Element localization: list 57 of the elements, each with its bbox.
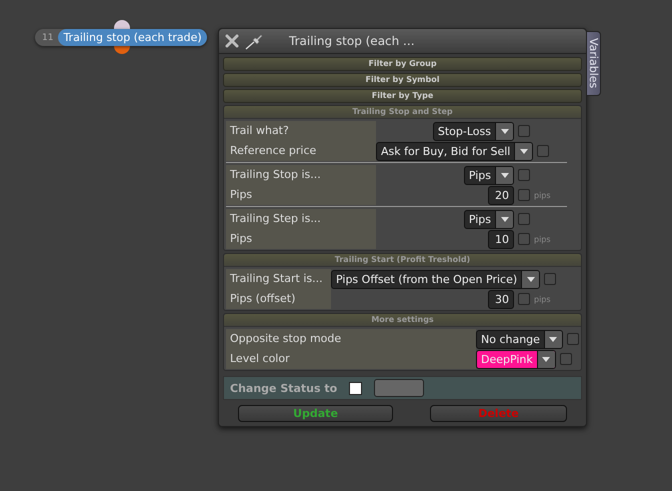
filter-bar[interactable]: Filter by Symbol [223,73,582,87]
caret-icon [526,276,535,282]
side-tab[interactable]: Variables [587,31,601,96]
window-title: Trailing stop (each ... [289,34,415,48]
number-field[interactable]: 20 [488,186,514,204]
field-label: Trailing Start is... [226,269,331,289]
checkbox[interactable] [518,169,530,181]
section-header: Trailing Stop and Step [224,106,581,119]
caret-icon [500,172,508,178]
filter-bar[interactable]: Filter by Type [223,89,582,103]
caret-icon [520,148,528,154]
checkbox[interactable] [537,145,550,157]
number-field[interactable]: 30 [488,290,514,308]
checkbox[interactable] [566,333,579,345]
dropdown[interactable]: Ask for Buy, Bid for Sell [376,142,534,160]
field-label: Reference price [226,141,376,161]
caret-icon [542,356,550,362]
section-header: Trailing Start (Profit Treshold) [224,254,581,267]
status-label: Change Status to [230,382,338,394]
checkbox[interactable] [518,293,530,305]
pin-icon[interactable] [245,32,265,50]
checkbox[interactable] [518,125,530,137]
unit-label: pips [534,294,551,304]
status-field[interactable] [374,379,424,397]
field-label: Level color [226,349,476,369]
dropdown[interactable]: Pips [464,166,514,184]
checkbox[interactable] [518,189,530,201]
close-icon[interactable] [225,34,239,48]
checkbox[interactable] [544,273,556,285]
dropdown[interactable]: Pips Offset (from the Open Price) [331,270,540,288]
filter-bar[interactable]: Filter by Group [223,57,582,71]
input-port[interactable] [114,20,130,29]
number-field[interactable]: 10 [488,230,514,248]
checkbox[interactable] [560,353,572,365]
field-label: Pips [226,229,376,249]
caret-icon [549,336,558,342]
checkbox[interactable] [518,233,530,245]
output-port[interactable] [114,46,130,54]
dropdown[interactable]: Pips [464,210,514,228]
status-checkbox[interactable] [349,382,362,394]
section-header: More settings [224,314,581,327]
field-label: Trailing Stop is... [226,165,376,185]
caret-icon [500,216,508,222]
checkbox[interactable] [518,213,530,225]
node-pill[interactable]: 11 Trailing stop (each trade) [35,29,207,46]
field-label: Opposite stop mode [226,329,476,349]
caret-icon [500,128,508,134]
node-label: Trailing stop (each trade) [58,29,207,46]
dropdown[interactable]: No change [476,330,563,348]
dropdown[interactable]: Stop-Loss [432,122,514,140]
field-label: Pips (offset) [226,289,331,309]
node-number: 11 [41,32,54,42]
field-label: Trail what? [226,121,376,141]
field-label: Trailing Step is... [226,209,376,229]
unit-label: pips [534,234,551,244]
unit-label: pips [534,190,551,200]
field-label: Pips [226,185,376,205]
